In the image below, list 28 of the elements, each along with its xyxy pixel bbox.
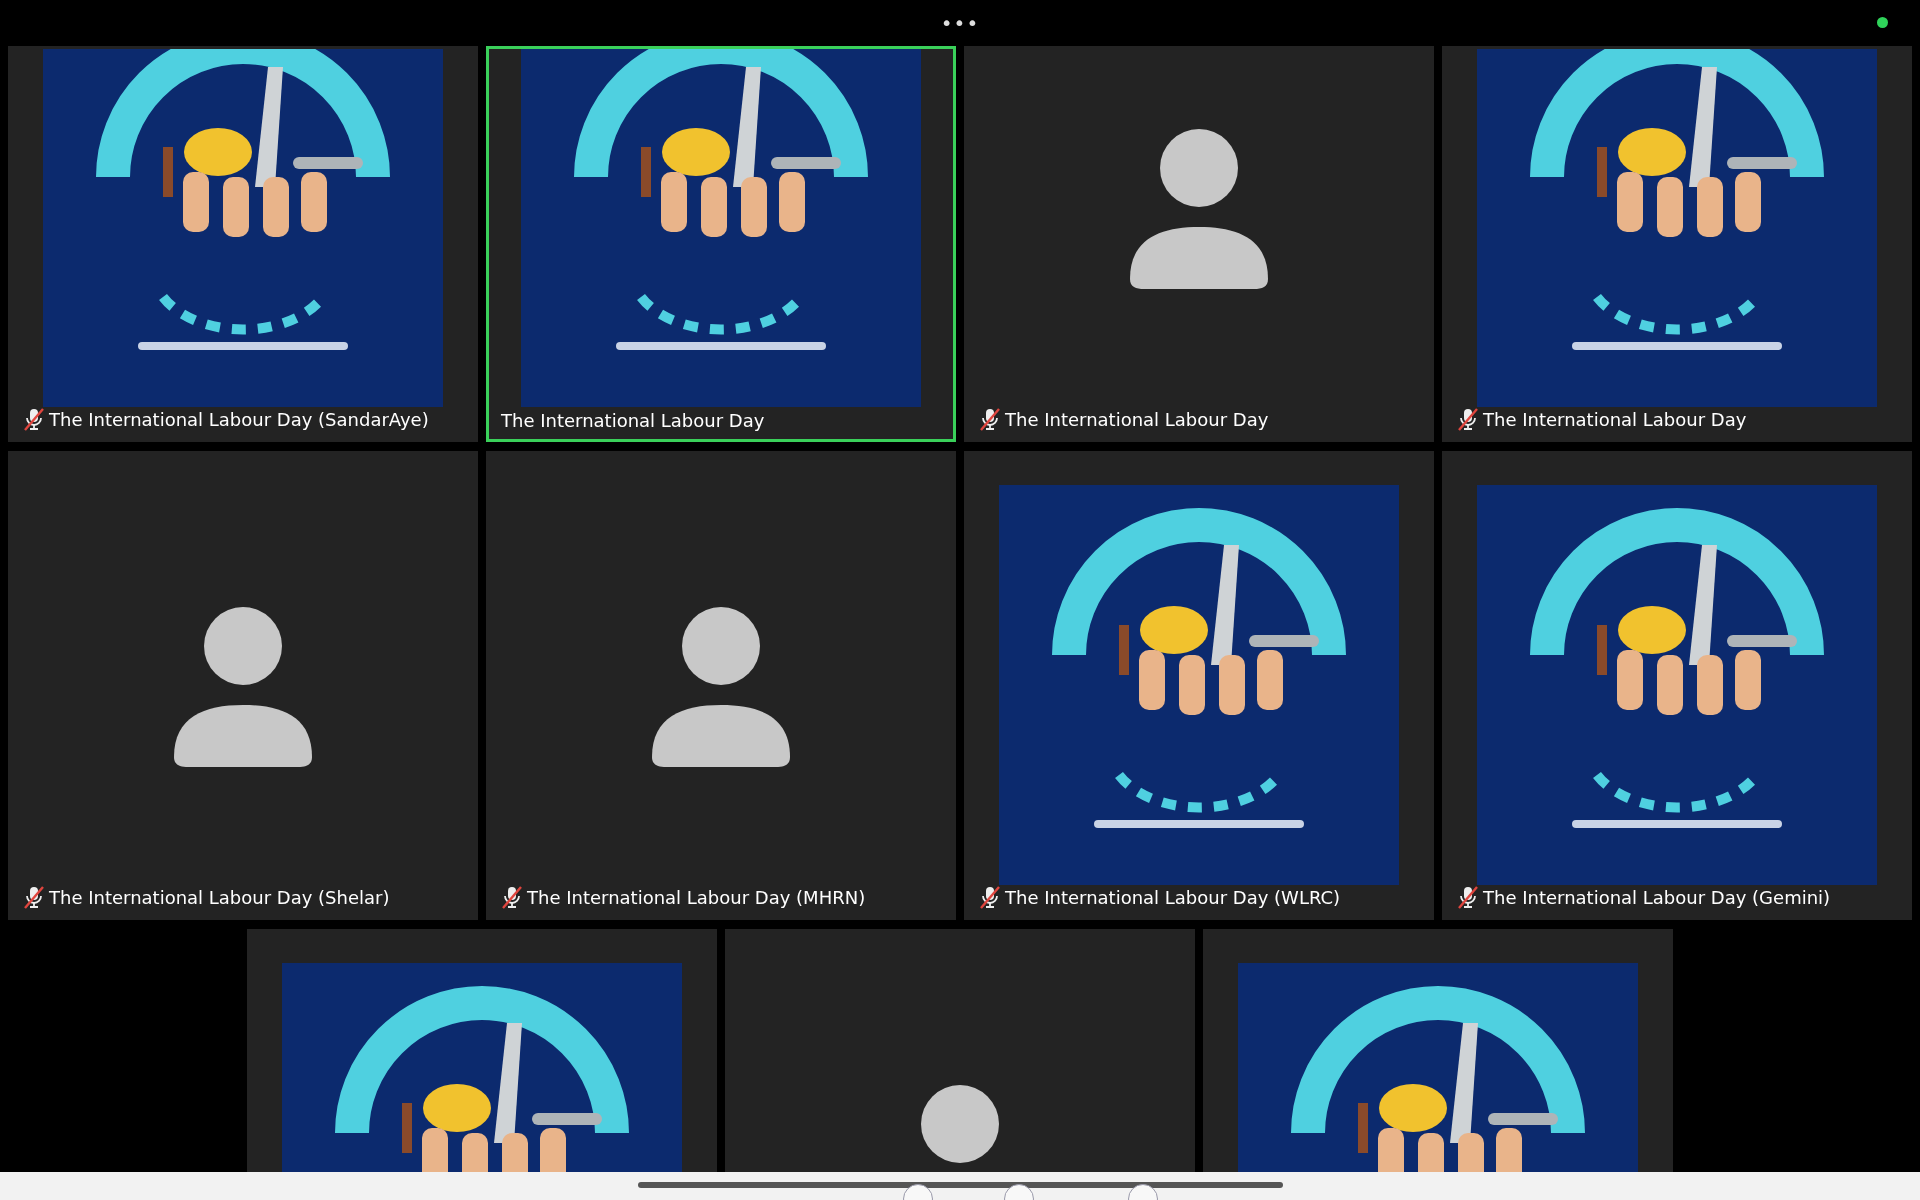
video-tile[interactable]: The International Labour Day	[1442, 46, 1912, 442]
video-tile[interactable]: The International Labour Day (SandarAye)	[8, 46, 478, 442]
muted-microphone-icon	[979, 407, 1001, 431]
video-tile[interactable]: The International Labour Day (Gemini)	[1442, 451, 1912, 920]
muted-microphone-icon	[1457, 885, 1479, 909]
participant-name: The International Labour Day	[1005, 408, 1269, 430]
video-tile[interactable]: The International Labour Day	[964, 46, 1434, 442]
muted-microphone-icon	[23, 407, 45, 431]
avatar-silhouette-icon	[1130, 129, 1268, 289]
video-tile[interactable]: The International Labour Day	[486, 46, 956, 442]
muted-microphone-icon	[23, 885, 45, 909]
home-indicator[interactable]	[637, 1182, 1283, 1188]
muted-microphone-icon	[979, 885, 1001, 909]
muted-microphone-icon	[501, 885, 523, 909]
video-tile[interactable]: The International Labour Day (Shelar)	[8, 451, 478, 920]
video-tile[interactable]: The International Labour Day (WLRC)	[964, 451, 1434, 920]
avatar-silhouette-icon	[174, 607, 312, 767]
participant-name: The International Labour Day	[501, 410, 765, 431]
participant-name: The International Labour Day (MHRN)	[527, 886, 866, 908]
avatar-silhouette-icon	[652, 607, 790, 767]
muted-microphone-icon	[1457, 407, 1479, 431]
participant-name: The International Labour Day (Shelar)	[49, 886, 390, 908]
participant-name: The International Labour Day (WLRC)	[1005, 886, 1341, 908]
participant-name: The International Labour Day	[1483, 408, 1747, 430]
participant-name: The International Labour Day (Gemini)	[1483, 886, 1831, 908]
more-button[interactable]: •••	[934, 11, 986, 35]
participant-name: The International Labour Day (SandarAye)	[49, 408, 429, 430]
video-tile[interactable]: The International Labour Day (MHRN)	[486, 451, 956, 920]
